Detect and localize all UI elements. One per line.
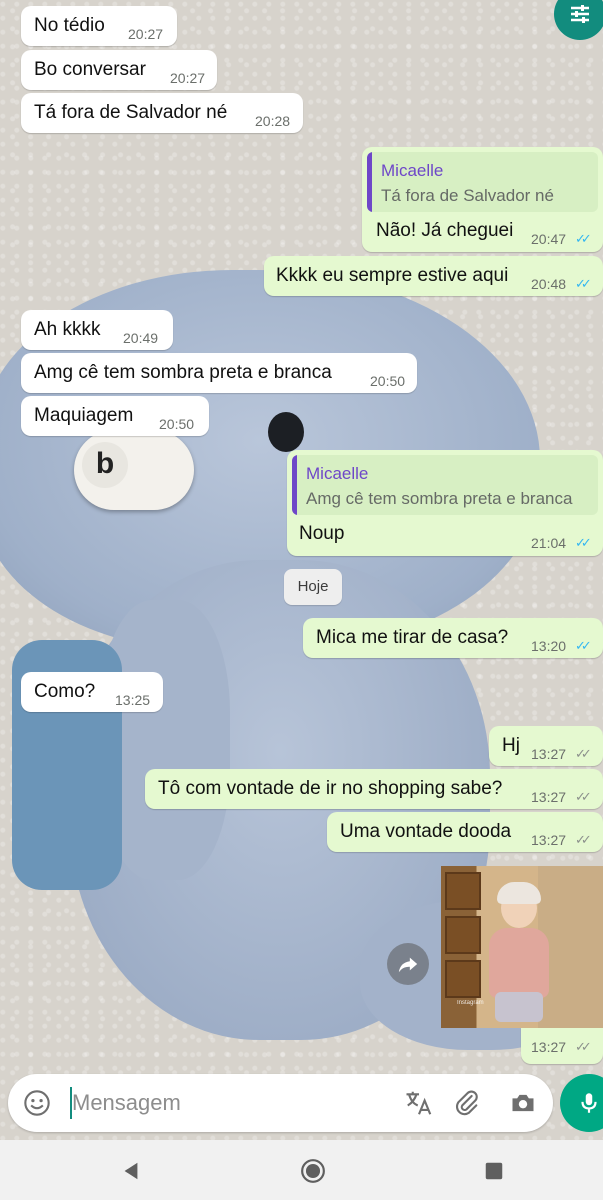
quote-text: Tá fora de Salvador né [381,186,554,205]
message-text: Não! Já cheguei [376,220,514,241]
message-out-reply[interactable]: Micaelle Tá fora de Salvador né Não! Já … [362,147,603,252]
camera-icon[interactable] [506,1086,540,1120]
image-message-footer: 13:27 ✓✓ [521,1028,603,1064]
photo-coat [489,928,549,998]
message-text: Hj [502,735,520,756]
message-text: Tô com vontade de ir no shopping sabe? [158,778,503,799]
message-text: Kkkk eu sempre estive aqui [276,265,509,286]
forward-icon[interactable] [387,943,429,985]
message-time: 13:27 [531,746,567,762]
photo-drawer [445,872,481,910]
delivered-ticks-icon: ✓✓ [575,1039,592,1054]
message-time: 20:50 [159,416,195,432]
message-text: Amg cê tem sombra preta e branca [34,362,332,383]
read-ticks-icon: ✓✓ [575,276,592,291]
image-message[interactable]: Instagram [441,866,603,1028]
home-circle-icon[interactable] [298,1156,328,1186]
photo-drawer [445,960,481,998]
message-out[interactable]: Hj 13:27 ✓✓ [489,726,603,766]
message-in[interactable]: Bo conversar 20:27 [21,50,217,90]
image-watermark: Instagram [457,1000,484,1006]
message-time: 20:50 [370,373,406,389]
wallpaper-earbuds: b [74,430,194,510]
message-text: No tédio [34,15,105,36]
photo-hat [497,882,541,904]
message-out[interactable]: Tô com vontade de ir no shopping sabe? 1… [145,769,603,809]
message-time: 13:27 [531,832,567,848]
back-triangle-icon[interactable] [116,1156,146,1186]
delivered-ticks-icon: ✓✓ [575,746,592,761]
quote-bar [367,152,372,212]
message-in[interactable]: Como? 13:25 [21,672,163,712]
message-time: 20:49 [123,330,159,346]
message-composer [8,1074,553,1132]
beats-logo-icon: b [82,442,128,488]
system-navigation-bar [0,1140,603,1200]
message-out-reply[interactable]: Micaelle Amg cê tem sombra preta e branc… [287,450,603,556]
message-out[interactable]: Kkkk eu sempre estive aqui 20:48 ✓✓ [264,256,603,296]
message-in[interactable]: Tá fora de Salvador né 20:28 [21,93,303,133]
read-ticks-icon: ✓✓ [575,535,592,550]
message-text: Bo conversar [34,59,146,80]
photo-subject [481,882,557,1028]
message-time: 20:27 [128,26,164,42]
message-text: Noup [299,523,345,544]
paperclip-icon[interactable] [450,1086,484,1120]
message-text: Uma vontade dooda [340,821,512,842]
message-out[interactable]: Mica me tirar de casa? 13:20 ✓✓ [303,618,603,658]
translate-icon[interactable] [402,1086,436,1120]
message-input[interactable] [70,1087,392,1119]
recents-square-icon[interactable] [479,1156,509,1186]
delivered-ticks-icon: ✓✓ [575,789,592,804]
quote-text: Amg cê tem sombra preta e branca [306,489,573,508]
message-time: 13:20 [531,638,567,654]
quoted-message[interactable]: Micaelle Tá fora de Salvador né [367,152,598,212]
message-out[interactable]: Uma vontade dooda 13:27 ✓✓ [327,812,603,852]
date-divider: Hoje [284,569,342,605]
delivered-ticks-icon: ✓✓ [575,832,592,847]
message-time: 21:04 [531,535,567,551]
quote-author: Micaelle [381,161,444,180]
message-in[interactable]: Amg cê tem sombra preta e branca 20:50 [21,353,417,393]
message-time: 13:27 [531,1039,567,1055]
quote-bar [292,455,297,515]
message-text: Maquiagem [34,405,134,426]
read-ticks-icon: ✓✓ [575,231,592,246]
message-text: Tá fora de Salvador né [34,102,228,123]
quote-author: Micaelle [306,464,369,483]
message-in[interactable]: Ah kkkk 20:49 [21,310,173,350]
message-time: 20:28 [255,113,291,129]
message-time: 20:47 [531,231,567,247]
message-time: 20:27 [170,70,206,86]
quoted-message[interactable]: Micaelle Amg cê tem sombra preta e branc… [292,455,598,515]
photo-drawer [445,916,481,954]
message-in[interactable]: Maquiagem 20:50 [21,396,209,436]
message-text: Como? [34,681,96,702]
message-text: Mica me tirar de casa? [316,627,509,648]
photo-skirt [495,992,543,1022]
message-time: 13:27 [531,789,567,805]
message-time: 20:48 [531,276,567,292]
wallpaper-plush-eye [268,412,304,452]
message-in[interactable]: No tédio 20:27 [21,6,177,46]
emoji-icon[interactable] [20,1086,54,1120]
read-ticks-icon: ✓✓ [575,638,592,653]
message-time: 13:25 [115,692,151,708]
message-text: Ah kkkk [34,319,101,340]
